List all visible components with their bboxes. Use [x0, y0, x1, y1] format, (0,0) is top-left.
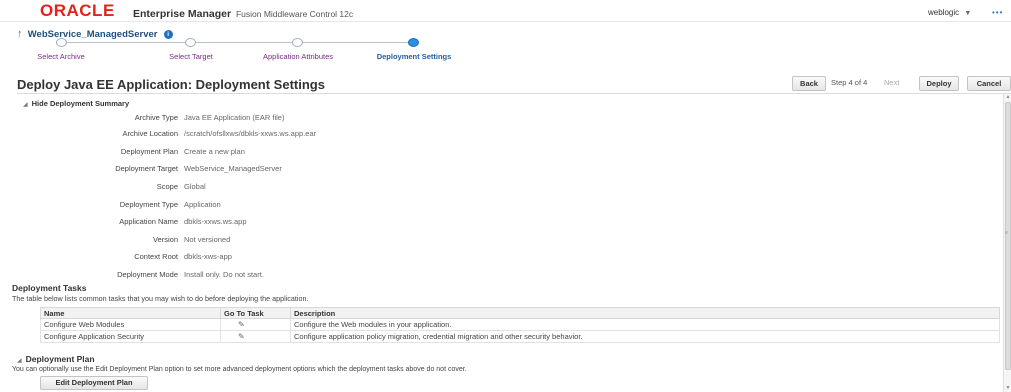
table-row[interactable]: Configure Web Modules ✎ Configure the We…: [40, 318, 1000, 331]
train-stop-application-attributes[interactable]: [292, 38, 303, 47]
summary-row: Application Name dbkls-xxws.ws.app: [0, 217, 1000, 229]
summary-value: /scratch/ofsllxws/dbkls-xxws.ws.app.ear: [184, 129, 317, 138]
summary-value: Create a new plan: [184, 147, 245, 156]
table-header-row: Name Go To Task Description: [40, 307, 1000, 319]
table-row[interactable]: Configure Application Security ✎ Configu…: [40, 330, 1000, 343]
summary-value: Application: [184, 200, 221, 209]
page-title: Deploy Java EE Application: Deployment S…: [17, 77, 325, 92]
summary-label: Deployment Mode: [117, 270, 178, 279]
collapse-triangle-icon: ◢: [17, 358, 22, 364]
task-name: Configure Web Modules: [40, 318, 221, 331]
user-menu[interactable]: weblogic ▼: [928, 8, 971, 17]
back-button[interactable]: Back: [792, 76, 826, 91]
train-connector: [61, 42, 191, 43]
user-name: weblogic: [928, 8, 960, 17]
train-label-deployment-settings: Deployment Settings: [376, 52, 452, 61]
summary-label: Deployment Plan: [120, 147, 178, 156]
summary-label: Version: [152, 235, 178, 244]
summary-value: Global: [184, 182, 206, 191]
step-indicator: Step 4 of 4: [831, 78, 868, 87]
deployment-plan-description: You can optionally use the Edit Deployme…: [12, 366, 467, 373]
column-header-go-to-task[interactable]: Go To Task: [220, 307, 291, 319]
summary-row: Deployment Target WebService_ManagedServ…: [0, 164, 1000, 176]
summary-value: dbkls-xws-app: [184, 252, 232, 261]
summary-row: Version Not versioned: [0, 235, 1000, 247]
summary-row: Archive Location /scratch/ofsllxws/dbkls…: [0, 129, 1000, 141]
edit-deployment-plan-button[interactable]: Edit Deployment Plan: [40, 376, 148, 390]
train-label-application-attributes[interactable]: Application Attributes: [263, 52, 333, 61]
train-stop-select-target[interactable]: [185, 38, 196, 47]
summary-row: Deployment Plan Create a new plan: [0, 147, 1000, 159]
task-name: Configure Application Security: [40, 330, 221, 343]
pencil-icon[interactable]: ✎: [238, 332, 245, 341]
deployment-tasks-table: Name Go To Task Description Configure We…: [40, 307, 1000, 343]
page-header: Deploy Java EE Application: Deployment S…: [17, 72, 1011, 94]
summary-value: Java EE Application (EAR file): [184, 113, 285, 122]
train-connector: [191, 42, 298, 43]
more-menu-icon[interactable]: •••: [992, 8, 1003, 17]
summary-label: Deployment Target: [115, 164, 178, 173]
column-header-description[interactable]: Description: [290, 307, 1000, 319]
column-header-name[interactable]: Name: [40, 307, 221, 319]
task-description: Configure application policy migration, …: [290, 330, 1000, 343]
train-connector: [298, 42, 414, 43]
train-label-select-archive[interactable]: Select Archive: [37, 52, 85, 61]
summary-value: Not versioned: [184, 235, 231, 244]
collapse-triangle-icon: ◢: [23, 102, 28, 108]
summary-row: Archive Type Java EE Application (EAR fi…: [0, 113, 1000, 125]
summary-value: Install only. Do not start.: [184, 270, 264, 279]
train-stop-select-archive[interactable]: [56, 38, 67, 47]
go-to-task-cell: ✎: [220, 330, 291, 343]
scroll-down-arrow-icon[interactable]: ▼: [1004, 385, 1011, 392]
hide-summary-label: Hide Deployment Summary: [31, 99, 130, 108]
summary-label: Archive Type: [134, 113, 178, 122]
deployment-tasks-heading: Deployment Tasks: [12, 283, 87, 293]
summary-value: WebService_ManagedServer: [184, 164, 282, 173]
summary-row: Deployment Mode Install only. Do not sta…: [0, 270, 1000, 282]
next-button[interactable]: Next: [884, 78, 899, 87]
summary-value: dbkls-xxws.ws.app: [184, 217, 247, 226]
task-description: Configure the Web modules in your applic…: [290, 318, 1000, 331]
cancel-button[interactable]: Cancel: [967, 76, 1011, 91]
product-title: Enterprise Manager Fusion Middleware Con…: [133, 8, 353, 20]
scroll-up-arrow-icon[interactable]: ▲: [1004, 94, 1011, 101]
train-stop-deployment-settings: [408, 38, 419, 47]
deploy-button[interactable]: Deploy: [919, 76, 959, 91]
summary-row: Context Root dbkls-xws-app: [0, 252, 1000, 264]
summary-label: Application Name: [119, 217, 178, 226]
summary-label: Context Root: [134, 252, 178, 261]
oracle-logo: ORACLE: [40, 1, 115, 20]
hide-summary-toggle[interactable]: ◢ Hide Deployment Summary: [23, 99, 129, 108]
chevron-down-icon: ▼: [964, 10, 972, 17]
scroll-grip-icon: ≡: [1005, 230, 1008, 236]
summary-label: Scope: [156, 182, 178, 191]
wizard-train: Select Archive Select Target Application…: [0, 38, 1011, 66]
product-name: Enterprise Manager: [133, 8, 232, 20]
summary-row: Deployment Type Application: [0, 200, 1000, 212]
pencil-icon[interactable]: ✎: [238, 320, 245, 329]
scroll-thumb[interactable]: [1005, 102, 1011, 370]
product-subtitle: Fusion Middleware Control 12c: [235, 9, 354, 19]
deployment-plan-heading: Deployment Plan: [25, 354, 95, 364]
summary-row: Scope Global: [0, 182, 1000, 194]
summary-label: Archive Location: [122, 129, 178, 138]
deployment-plan-toggle[interactable]: ◢ Deployment Plan: [17, 354, 95, 364]
summary-label: Deployment Type: [119, 200, 178, 209]
deployment-tasks-description: The table below lists common tasks that …: [12, 294, 309, 303]
train-label-select-target[interactable]: Select Target: [169, 52, 213, 61]
vertical-scrollbar[interactable]: ▲ ≡ ▼: [1003, 94, 1011, 392]
top-header: ORACLE Enterprise Manager Fusion Middlew…: [0, 0, 1011, 22]
go-to-task-cell: ✎: [220, 318, 291, 331]
